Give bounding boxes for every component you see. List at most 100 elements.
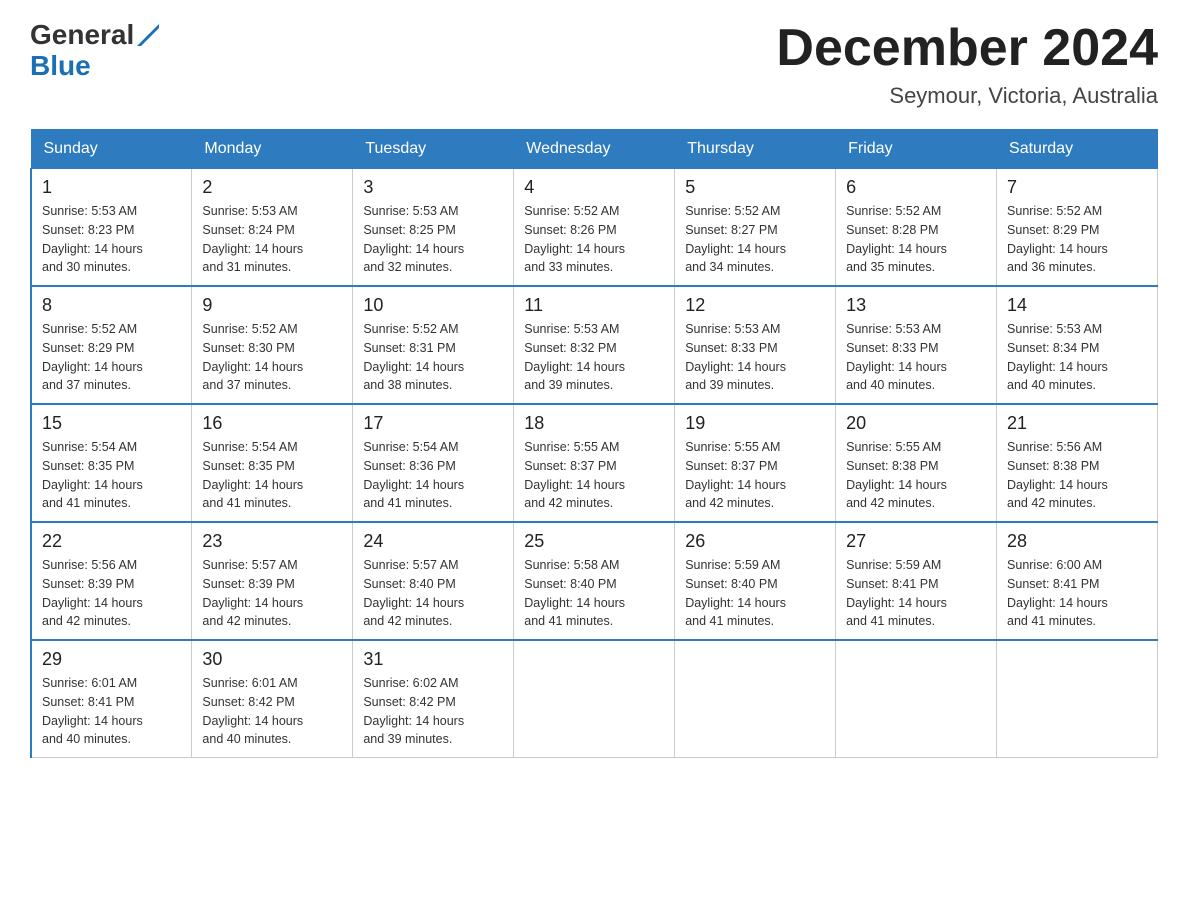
table-row: 4 Sunrise: 5:52 AM Sunset: 8:26 PM Dayli… <box>514 169 675 287</box>
day-number: 22 <box>42 531 181 552</box>
day-info: Sunrise: 6:01 AM Sunset: 8:42 PM Dayligh… <box>202 674 342 749</box>
calendar-week-row: 1 Sunrise: 5:53 AM Sunset: 8:23 PM Dayli… <box>31 169 1158 287</box>
header-saturday: Saturday <box>997 130 1158 169</box>
day-info: Sunrise: 5:57 AM Sunset: 8:40 PM Dayligh… <box>363 556 503 631</box>
day-info: Sunrise: 5:59 AM Sunset: 8:40 PM Dayligh… <box>685 556 825 631</box>
day-info: Sunrise: 5:52 AM Sunset: 8:30 PM Dayligh… <box>202 320 342 395</box>
day-number: 2 <box>202 177 342 198</box>
day-info: Sunrise: 5:54 AM Sunset: 8:36 PM Dayligh… <box>363 438 503 513</box>
calendar-header-row: Sunday Monday Tuesday Wednesday Thursday… <box>31 130 1158 169</box>
day-number: 8 <box>42 295 181 316</box>
calendar-week-row: 8 Sunrise: 5:52 AM Sunset: 8:29 PM Dayli… <box>31 286 1158 404</box>
table-row <box>836 640 997 758</box>
day-info: Sunrise: 5:59 AM Sunset: 8:41 PM Dayligh… <box>846 556 986 631</box>
table-row: 12 Sunrise: 5:53 AM Sunset: 8:33 PM Dayl… <box>675 286 836 404</box>
location-subtitle: Seymour, Victoria, Australia <box>776 83 1158 109</box>
table-row: 7 Sunrise: 5:52 AM Sunset: 8:29 PM Dayli… <box>997 169 1158 287</box>
day-number: 17 <box>363 413 503 434</box>
calendar-week-row: 29 Sunrise: 6:01 AM Sunset: 8:41 PM Dayl… <box>31 640 1158 758</box>
logo-arrow-icon <box>137 24 159 46</box>
day-info: Sunrise: 5:52 AM Sunset: 8:29 PM Dayligh… <box>1007 202 1147 277</box>
calendar-week-row: 22 Sunrise: 5:56 AM Sunset: 8:39 PM Dayl… <box>31 522 1158 640</box>
day-number: 20 <box>846 413 986 434</box>
table-row: 25 Sunrise: 5:58 AM Sunset: 8:40 PM Dayl… <box>514 522 675 640</box>
calendar-week-row: 15 Sunrise: 5:54 AM Sunset: 8:35 PM Dayl… <box>31 404 1158 522</box>
day-number: 15 <box>42 413 181 434</box>
day-info: Sunrise: 5:57 AM Sunset: 8:39 PM Dayligh… <box>202 556 342 631</box>
table-row: 2 Sunrise: 5:53 AM Sunset: 8:24 PM Dayli… <box>192 169 353 287</box>
day-number: 31 <box>363 649 503 670</box>
day-number: 14 <box>1007 295 1147 316</box>
table-row <box>675 640 836 758</box>
day-info: Sunrise: 5:56 AM Sunset: 8:38 PM Dayligh… <box>1007 438 1147 513</box>
day-number: 28 <box>1007 531 1147 552</box>
day-info: Sunrise: 5:52 AM Sunset: 8:27 PM Dayligh… <box>685 202 825 277</box>
table-row: 11 Sunrise: 5:53 AM Sunset: 8:32 PM Dayl… <box>514 286 675 404</box>
table-row: 14 Sunrise: 5:53 AM Sunset: 8:34 PM Dayl… <box>997 286 1158 404</box>
day-number: 7 <box>1007 177 1147 198</box>
day-number: 6 <box>846 177 986 198</box>
table-row: 17 Sunrise: 5:54 AM Sunset: 8:36 PM Dayl… <box>353 404 514 522</box>
day-number: 30 <box>202 649 342 670</box>
day-number: 21 <box>1007 413 1147 434</box>
logo-text-blue: Blue <box>30 50 91 81</box>
day-number: 9 <box>202 295 342 316</box>
day-number: 1 <box>42 177 181 198</box>
day-number: 19 <box>685 413 825 434</box>
table-row <box>514 640 675 758</box>
day-number: 26 <box>685 531 825 552</box>
header-sunday: Sunday <box>31 130 192 169</box>
day-info: Sunrise: 5:52 AM Sunset: 8:28 PM Dayligh… <box>846 202 986 277</box>
table-row <box>997 640 1158 758</box>
day-info: Sunrise: 5:53 AM Sunset: 8:32 PM Dayligh… <box>524 320 664 395</box>
table-row: 29 Sunrise: 6:01 AM Sunset: 8:41 PM Dayl… <box>31 640 192 758</box>
day-info: Sunrise: 5:52 AM Sunset: 8:26 PM Dayligh… <box>524 202 664 277</box>
day-info: Sunrise: 5:53 AM Sunset: 8:34 PM Dayligh… <box>1007 320 1147 395</box>
day-number: 4 <box>524 177 664 198</box>
table-row: 16 Sunrise: 5:54 AM Sunset: 8:35 PM Dayl… <box>192 404 353 522</box>
day-number: 18 <box>524 413 664 434</box>
day-number: 10 <box>363 295 503 316</box>
day-info: Sunrise: 6:02 AM Sunset: 8:42 PM Dayligh… <box>363 674 503 749</box>
header-friday: Friday <box>836 130 997 169</box>
table-row: 8 Sunrise: 5:52 AM Sunset: 8:29 PM Dayli… <box>31 286 192 404</box>
table-row: 22 Sunrise: 5:56 AM Sunset: 8:39 PM Dayl… <box>31 522 192 640</box>
logo: General Blue <box>30 20 159 82</box>
month-title: December 2024 <box>776 20 1158 77</box>
day-info: Sunrise: 5:58 AM Sunset: 8:40 PM Dayligh… <box>524 556 664 631</box>
table-row: 13 Sunrise: 5:53 AM Sunset: 8:33 PM Dayl… <box>836 286 997 404</box>
title-area: December 2024 Seymour, Victoria, Austral… <box>776 20 1158 109</box>
header-monday: Monday <box>192 130 353 169</box>
table-row: 20 Sunrise: 5:55 AM Sunset: 8:38 PM Dayl… <box>836 404 997 522</box>
day-info: Sunrise: 6:01 AM Sunset: 8:41 PM Dayligh… <box>42 674 181 749</box>
day-info: Sunrise: 5:55 AM Sunset: 8:37 PM Dayligh… <box>685 438 825 513</box>
day-number: 13 <box>846 295 986 316</box>
day-number: 12 <box>685 295 825 316</box>
day-number: 16 <box>202 413 342 434</box>
day-info: Sunrise: 5:54 AM Sunset: 8:35 PM Dayligh… <box>42 438 181 513</box>
table-row: 31 Sunrise: 6:02 AM Sunset: 8:42 PM Dayl… <box>353 640 514 758</box>
table-row: 19 Sunrise: 5:55 AM Sunset: 8:37 PM Dayl… <box>675 404 836 522</box>
table-row: 21 Sunrise: 5:56 AM Sunset: 8:38 PM Dayl… <box>997 404 1158 522</box>
day-number: 24 <box>363 531 503 552</box>
table-row: 10 Sunrise: 5:52 AM Sunset: 8:31 PM Dayl… <box>353 286 514 404</box>
table-row: 26 Sunrise: 5:59 AM Sunset: 8:40 PM Dayl… <box>675 522 836 640</box>
day-info: Sunrise: 5:55 AM Sunset: 8:37 PM Dayligh… <box>524 438 664 513</box>
table-row: 3 Sunrise: 5:53 AM Sunset: 8:25 PM Dayli… <box>353 169 514 287</box>
day-info: Sunrise: 5:53 AM Sunset: 8:25 PM Dayligh… <box>363 202 503 277</box>
day-info: Sunrise: 5:53 AM Sunset: 8:24 PM Dayligh… <box>202 202 342 277</box>
day-info: Sunrise: 5:55 AM Sunset: 8:38 PM Dayligh… <box>846 438 986 513</box>
day-number: 3 <box>363 177 503 198</box>
calendar-table: Sunday Monday Tuesday Wednesday Thursday… <box>30 129 1158 758</box>
day-number: 29 <box>42 649 181 670</box>
day-info: Sunrise: 5:54 AM Sunset: 8:35 PM Dayligh… <box>202 438 342 513</box>
table-row: 15 Sunrise: 5:54 AM Sunset: 8:35 PM Dayl… <box>31 404 192 522</box>
day-number: 23 <box>202 531 342 552</box>
day-info: Sunrise: 5:53 AM Sunset: 8:33 PM Dayligh… <box>846 320 986 395</box>
table-row: 24 Sunrise: 5:57 AM Sunset: 8:40 PM Dayl… <box>353 522 514 640</box>
table-row: 6 Sunrise: 5:52 AM Sunset: 8:28 PM Dayli… <box>836 169 997 287</box>
day-info: Sunrise: 6:00 AM Sunset: 8:41 PM Dayligh… <box>1007 556 1147 631</box>
header-thursday: Thursday <box>675 130 836 169</box>
day-number: 11 <box>524 295 664 316</box>
table-row: 9 Sunrise: 5:52 AM Sunset: 8:30 PM Dayli… <box>192 286 353 404</box>
